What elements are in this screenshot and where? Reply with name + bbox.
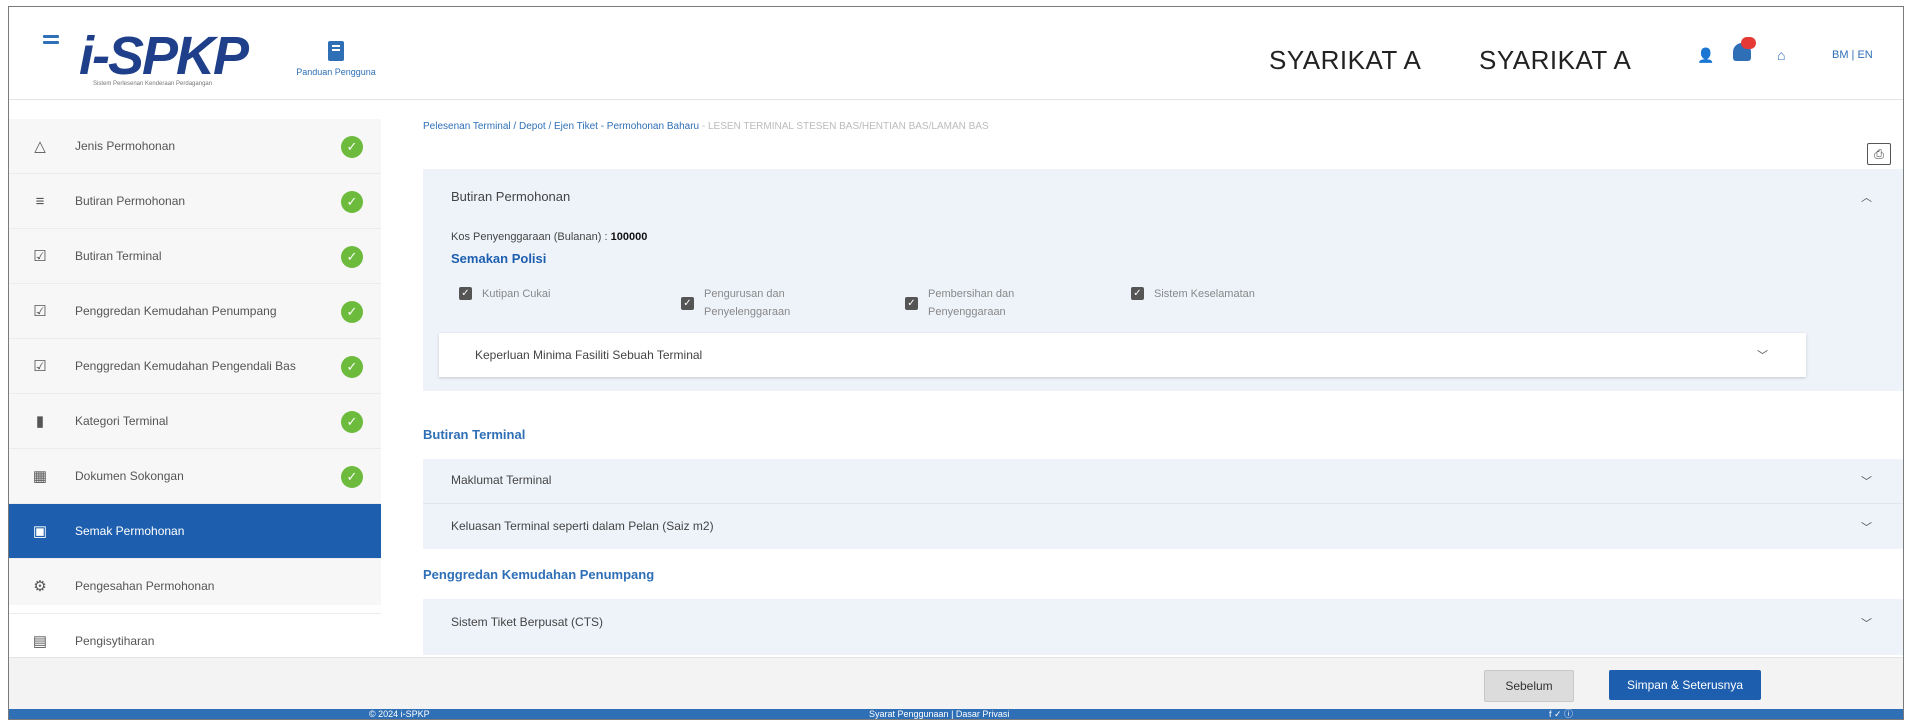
company-name-secondary: SYARIKAT A [1479,45,1632,75]
documents-icon: ▦ [32,468,48,485]
check-icon: ✓ [341,356,363,378]
kos-penyenggaraan: Kos Penyenggaraan (Bulanan) : 100000 [451,231,647,243]
checklist-icon: ☑ [33,303,47,320]
notification-badge [1741,37,1756,49]
review-icon: ▣ [32,523,48,540]
keperluan-minima-accordion[interactable]: Keperluan Minima Fasiliti Sebuah Termina… [439,333,1806,377]
checkbox-label: Pembersihan dan Penyenggaraan [928,288,1015,318]
sidebar-item-label: Kategori Terminal [75,414,169,428]
chevron-down-icon[interactable]: ﹀ [1861,615,1872,631]
sidebar-item-penggredan-penumpang[interactable]: ☑ Penggredan Kemudahan Penumpang ✓ [9,284,381,339]
keluasan-terminal-row[interactable]: Keluasan Terminal seperti dalam Pelan (S… [451,519,714,533]
checkbox-checked-icon[interactable]: ✓ [681,297,694,310]
keperluan-title: Keperluan Minima Fasiliti Sebuah Termina… [475,348,703,362]
sidebar-item-label: Jenis Permohonan [75,139,176,153]
previous-button[interactable]: Sebelum [1484,670,1574,702]
chevron-down-icon[interactable]: ﹀ [1861,473,1872,489]
company-name: SYARIKAT A [1269,45,1422,75]
language-switcher[interactable]: BM | EN [1832,49,1873,61]
checkbox-checked-icon[interactable]: ✓ [459,287,472,300]
sidebar-item-pengesahan-permohonan[interactable]: ⚙ Pengesahan Permohonan [9,559,381,614]
copyright-text: © 2024 i-SPKP [369,709,430,719]
sidebar-item-label: Semak Permohonan [75,524,185,538]
checkbox-label: Kutipan Cukai [482,288,551,300]
check-icon: ✓ [341,136,363,158]
top-header: i-SPKP Sistem Perlesenan Kenderaan Perda… [9,7,1903,100]
user-guide-label: Panduan Pengguna [296,67,376,77]
app-logo[interactable]: i-SPKP [79,25,249,87]
chevron-up-icon[interactable]: ︿ [1861,189,1872,205]
butiran-terminal-heading: Butiran Terminal [423,427,526,442]
chevron-down-icon[interactable]: ﹀ [1757,347,1768,363]
document-icon: ▮ [35,413,45,430]
checkbox-pembersihan[interactable]: ✓ Pembersihan dan Penyenggaraan [905,285,1058,321]
sidebar-item-label: Butiran Permohonan [75,194,186,208]
book-icon [328,41,344,61]
checkbox-checked-icon[interactable]: ✓ [905,297,918,310]
sistem-tiket-row[interactable]: Sistem Tiket Berpusat (CTS) [451,615,603,629]
maklumat-terminal-row[interactable]: Maklumat Terminal [451,473,551,487]
check-icon: ✓ [341,246,363,268]
checkbox-kutipan-cukai[interactable]: ✓ Kutipan Cukai [459,285,612,303]
sidebar-item-label: Dokumen Sokongan [75,469,184,483]
gear-icon: ⚙ [33,578,47,595]
sidebar: △ Jenis Permohonan ✓ ≡ Butiran Permohona… [9,119,381,669]
checkbox-label: Sistem Keselamatan [1154,288,1255,300]
sidebar-item-penggredan-pengendali-bas[interactable]: ☑ Penggredan Kemudahan Pengendali Bas ✓ [9,339,381,394]
sidebar-item-kategori-terminal[interactable]: ▮ Kategori Terminal ✓ [9,394,381,449]
check-icon: ✓ [341,466,363,488]
print-button[interactable]: ⎙ [1867,143,1891,165]
social-icons[interactable]: f ✓ ⓘ [1549,709,1573,719]
butiran-permohonan-title[interactable]: Butiran Permohonan [451,189,570,204]
checkbox-checked-icon[interactable]: ✓ [1131,287,1144,300]
checklist-icon: ☑ [33,248,47,265]
sidebar-item-butiran-permohonan[interactable]: ≡ Butiran Permohonan ✓ [9,174,381,229]
penggredan-panel [423,599,1903,655]
butiran-terminal-panel [423,459,1903,549]
checkbox-sistem-keselamatan[interactable]: ✓ Sistem Keselamatan [1131,285,1284,303]
breadcrumb: Pelesenan Terminal / Depot / Ejen Tiket … [423,121,989,132]
sidebar-item-label: Penggredan Kemudahan Penumpang [75,304,277,318]
sidebar-item-semak-permohonan[interactable]: ▣ Semak Permohonan [9,504,381,559]
row-divider [423,503,1903,504]
warning-triangle-icon: △ [34,138,46,155]
sidebar-item-butiran-terminal[interactable]: ☑ Butiran Terminal ✓ [9,229,381,284]
check-icon: ✓ [341,191,363,213]
app-frame: i-SPKP Sistem Perlesenan Kenderaan Perda… [8,6,1904,720]
sidebar-item-dokumen-sokongan[interactable]: ▦ Dokumen Sokongan ✓ [9,449,381,504]
sidebar-item-label: Pengesahan Permohonan [75,579,215,593]
kos-value: 100000 [610,231,648,243]
sidebar-item-label: Butiran Terminal [75,249,162,263]
declaration-icon: ▤ [32,633,48,650]
sidebar-item-label: Pengisytiharan [75,634,155,648]
chevron-down-icon[interactable]: ﹀ [1861,519,1872,535]
sidebar-item-label: Penggredan Kemudahan Pengendali Bas [75,359,296,373]
breadcrumb-path[interactable]: Pelesenan Terminal / Depot / Ejen Tiket … [423,121,699,132]
footer: © 2024 i-SPKP Syarat Penggunaan | Dasar … [9,709,1903,719]
sidebar-item-jenis-permohonan[interactable]: △ Jenis Permohonan ✓ [9,119,381,174]
user-icon[interactable]: 👤 [1697,47,1714,64]
user-guide-link[interactable]: Panduan Pengguna [291,41,381,77]
checkbox-pengurusan[interactable]: ✓ Pengurusan dan Penyelenggaraan [681,285,834,321]
breadcrumb-current: - LESEN TERMINAL STESEN BAS/HENTIAN BAS/… [701,121,989,132]
check-icon: ✓ [341,411,363,433]
checklist-icon: ☑ [33,358,47,375]
check-icon: ✓ [341,301,363,323]
checkbox-label: Pengurusan dan Penyelenggaraan [704,288,791,318]
filter-icon: ≡ [35,192,45,210]
semakan-polisi-title: Semakan Polisi [451,251,547,266]
kos-label: Kos Penyenggaraan (Bulanan) : [451,231,608,243]
home-icon[interactable]: ⌂ [1777,47,1785,63]
logo-subtitle: Sistem Perlesenan Kenderaan Perdagangan [93,81,213,87]
action-bar: Sebelum Simpan & Seterusnya [9,657,1903,710]
notification-icon[interactable] [1729,35,1759,67]
save-next-button[interactable]: Simpan & Seterusnya [1609,670,1761,700]
menu-icon[interactable] [43,35,59,47]
penggredan-heading: Penggredan Kemudahan Penumpang [423,567,655,582]
footer-links[interactable]: Syarat Penggunaan | Dasar Privasi [869,709,1009,719]
